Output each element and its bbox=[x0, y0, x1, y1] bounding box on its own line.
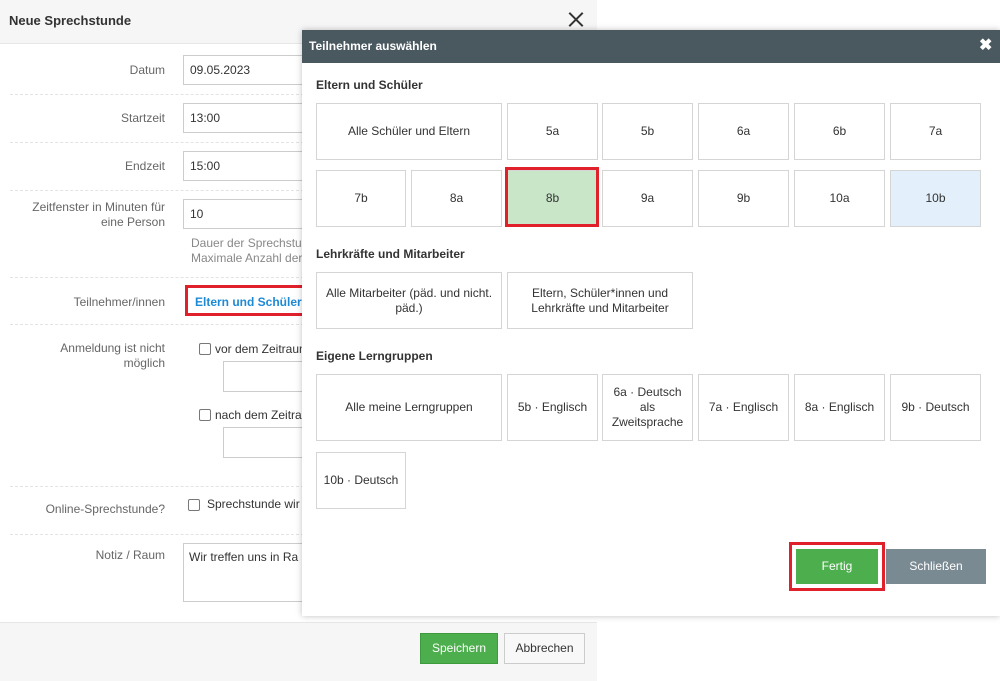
endzeit-label: Endzeit bbox=[124, 159, 165, 173]
tile-5b-englisch[interactable]: 5b · Englisch bbox=[507, 374, 598, 441]
section-title-eltern: Eltern und Schüler bbox=[316, 78, 423, 92]
tile-10a[interactable]: 10a bbox=[794, 170, 885, 227]
teilnehmer-label: Teilnehmer/innen bbox=[73, 295, 165, 309]
endzeit-input[interactable]: 15:00 bbox=[183, 151, 313, 181]
tile-8a[interactable]: 8a bbox=[411, 170, 502, 227]
tile-9b-deutsch[interactable]: 9b · Deutsch bbox=[890, 374, 981, 441]
save-button[interactable]: Speichern bbox=[420, 633, 498, 664]
tile-9b[interactable]: 9b bbox=[698, 170, 789, 227]
datum-label: Datum bbox=[129, 63, 165, 77]
help-text-duration: Dauer der Sprechstu bbox=[191, 236, 302, 250]
schliessen-button[interactable]: Schließen bbox=[886, 549, 986, 584]
anmeldung-label-line1: Anmeldung ist nicht bbox=[60, 341, 165, 355]
tile-10b-deutsch[interactable]: 10b · Deutsch bbox=[316, 452, 406, 509]
notiz-value: Wir treffen uns in Ra bbox=[189, 550, 299, 564]
tile-7a[interactable]: 7a bbox=[890, 103, 981, 160]
tile-alle-schueler-eltern[interactable]: Alle Schüler und Eltern bbox=[316, 103, 502, 160]
tile-alle-mitarbeiter[interactable]: Alle Mitarbeiter (päd. und nicht. päd.) bbox=[316, 272, 502, 329]
tile-8a-englisch[interactable]: 8a · Englisch bbox=[794, 374, 885, 441]
tile-6a[interactable]: 6a bbox=[698, 103, 789, 160]
startzeit-input[interactable]: 13:00 bbox=[183, 103, 313, 133]
online-label: Online-Sprechstunde? bbox=[45, 502, 165, 516]
participant-select-modal: Teilnehmer auswählen ✖ Eltern und Schüle… bbox=[302, 30, 1000, 616]
datum-input[interactable]: 09.05.2023 bbox=[183, 55, 313, 85]
teilnehmer-select-link[interactable]: Eltern und Schüler bbox=[185, 285, 305, 316]
modal-header: Teilnehmer auswählen ✖ bbox=[302, 30, 1000, 63]
tile-6b[interactable]: 6b bbox=[794, 103, 885, 160]
vor-zeitraum-label: vor dem Zeitraum bbox=[215, 342, 310, 356]
zeitfenster-label-line1: Zeitfenster in Minuten für bbox=[32, 200, 165, 214]
tile-alle-lerngruppen[interactable]: Alle meine Lerngruppen bbox=[316, 374, 502, 441]
online-checkbox-label: Sprechstunde wir bbox=[207, 497, 300, 511]
online-checkbox[interactable] bbox=[188, 499, 200, 511]
anmeldung-label-line2: möglich bbox=[123, 356, 165, 370]
zeitfenster-input[interactable]: 10 bbox=[183, 199, 313, 229]
tile-6a-daz[interactable]: 6a · Deutsch als Zweitsprache bbox=[602, 374, 693, 441]
tile-5b[interactable]: 5b bbox=[602, 103, 693, 160]
modal-close-icon[interactable]: ✖ bbox=[979, 36, 992, 56]
modal-title: Teilnehmer auswählen bbox=[309, 39, 437, 53]
tile-9a[interactable]: 9a bbox=[602, 170, 693, 227]
tile-5a[interactable]: 5a bbox=[507, 103, 598, 160]
startzeit-label: Startzeit bbox=[120, 111, 165, 125]
fertig-button[interactable]: Fertig bbox=[796, 549, 878, 584]
tile-8b[interactable]: 8b bbox=[507, 170, 598, 227]
nach-zeitraum-checkbox[interactable] bbox=[199, 409, 211, 421]
cancel-button[interactable]: Abbrechen bbox=[504, 633, 585, 664]
notiz-label: Notiz / Raum bbox=[95, 548, 165, 562]
nach-zeitraum-label: nach dem Zeitra bbox=[215, 408, 302, 422]
vor-zeitraum-checkbox[interactable] bbox=[199, 343, 211, 355]
tile-10b[interactable]: 10b bbox=[890, 170, 981, 227]
zeitfenster-label-line2: eine Person bbox=[100, 215, 165, 229]
teilnehmer-value: Eltern und Schüler bbox=[195, 295, 302, 309]
form-title: Neue Sprechstunde bbox=[9, 13, 132, 28]
tile-7a-englisch[interactable]: 7a · Englisch bbox=[698, 374, 789, 441]
tile-7b[interactable]: 7b bbox=[316, 170, 406, 227]
help-text-max: Maximale Anzahl der bbox=[191, 251, 303, 265]
close-icon[interactable] bbox=[566, 8, 586, 32]
tile-eltern-schueler-lehrkraefte[interactable]: Eltern, Schüler*innen und Lehrkräfte und… bbox=[507, 272, 693, 329]
section-title-lehrkraefte: Lehrkräfte und Mitarbeiter bbox=[316, 247, 465, 261]
section-title-lerngruppen: Eigene Lerngruppen bbox=[316, 349, 433, 363]
